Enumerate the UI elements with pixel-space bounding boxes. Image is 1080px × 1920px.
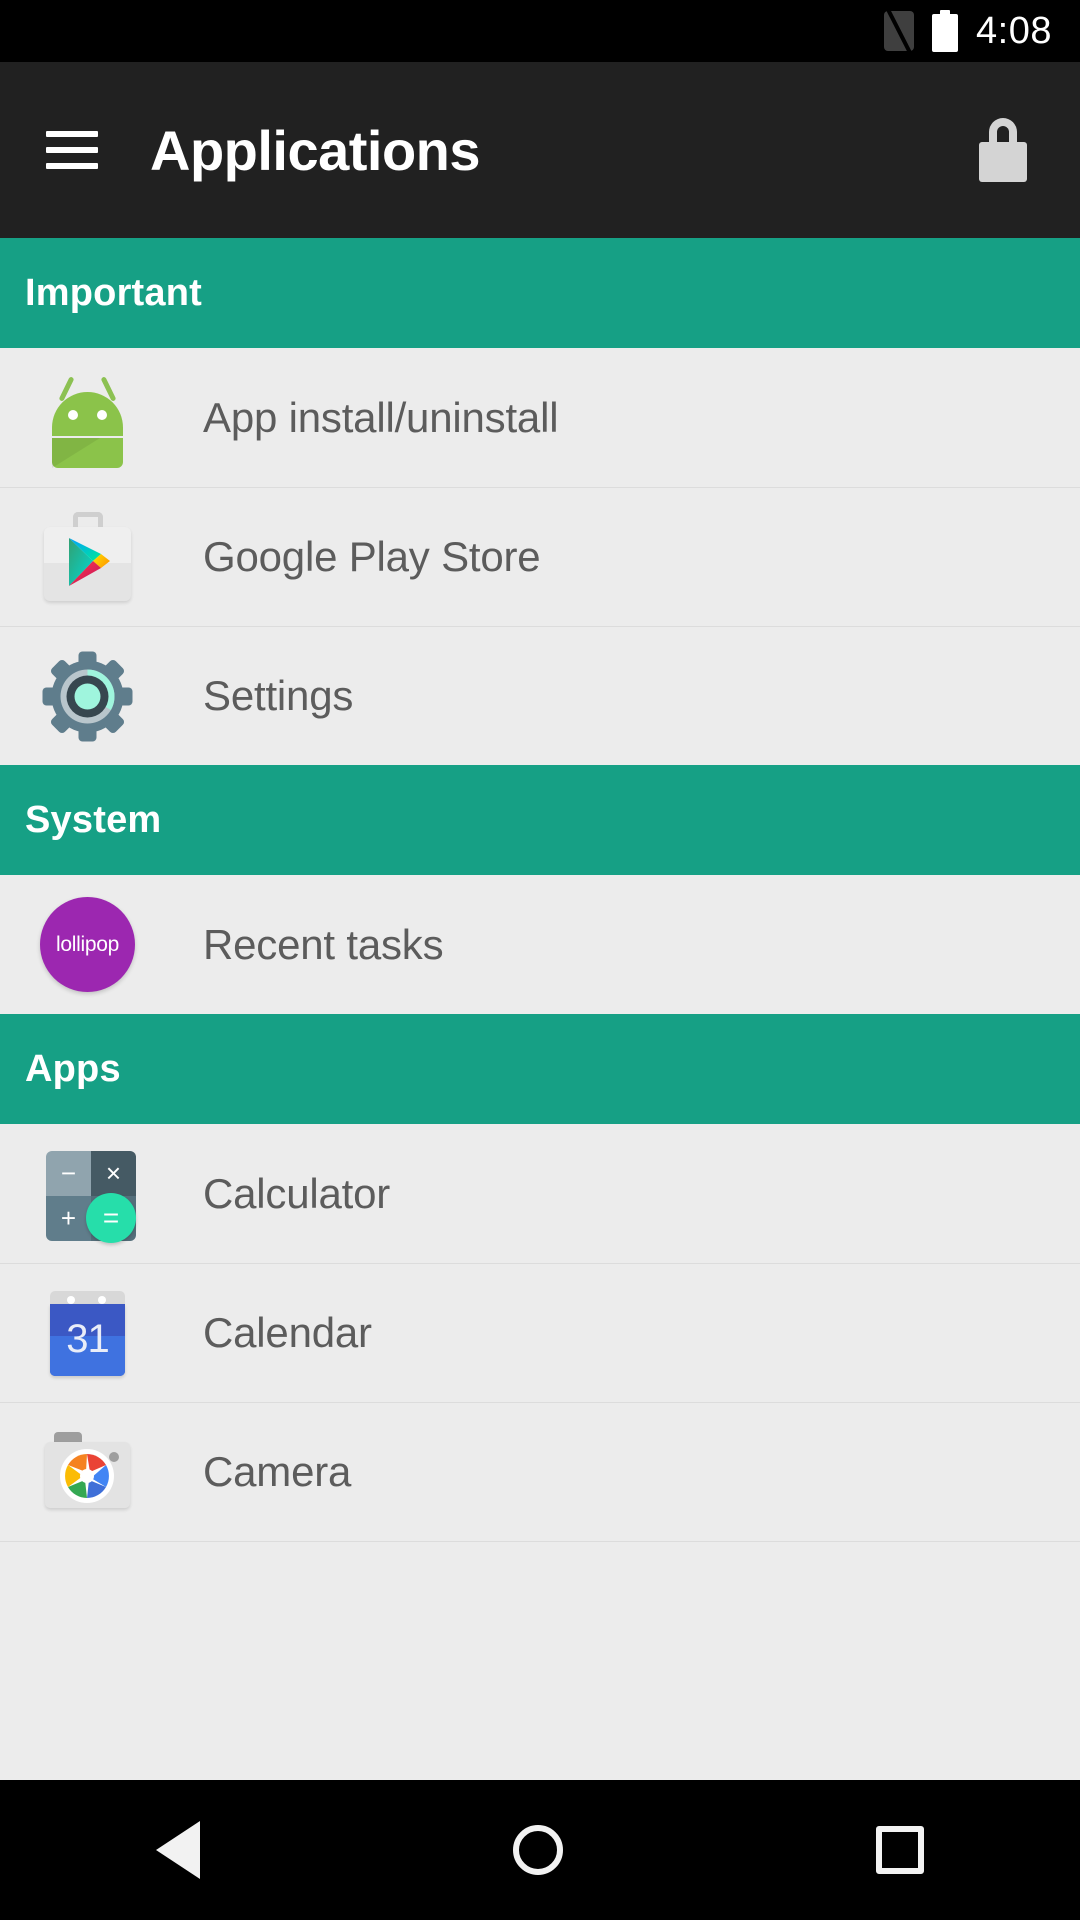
settings-gear-icon (40, 649, 135, 744)
list-item-label: Google Play Store (203, 533, 541, 580)
list-item-settings[interactable]: Settings (0, 626, 1080, 765)
section-header-label: System (25, 798, 162, 841)
system-navigation-bar (0, 1780, 1080, 1920)
section-header-label: Important (25, 271, 203, 314)
back-nav-button[interactable] (156, 1821, 201, 1879)
section-header-important: Important (0, 238, 1080, 348)
list-item-label: Recent tasks (203, 920, 444, 968)
hamburger-menu-icon[interactable] (46, 131, 98, 169)
home-nav-button[interactable] (512, 1825, 563, 1875)
list-item-recent-tasks[interactable]: lollipop Recent tasks (0, 875, 1080, 1014)
calendar-day-number: 31 (66, 1317, 110, 1361)
list-item-calculator[interactable]: − × + = Calculator (0, 1124, 1080, 1263)
no-sim-icon (884, 6, 915, 55)
list-item-calendar[interactable]: 31 Calendar (0, 1263, 1080, 1402)
android-robot-icon (40, 370, 135, 468)
list-item-camera[interactable]: Camera (0, 1402, 1080, 1541)
page-title: Applications (150, 118, 481, 182)
list-item-label: Settings (203, 672, 354, 719)
action-bar: Applications (0, 62, 1080, 238)
lock-icon[interactable] (974, 118, 1032, 182)
calc-plus-symbol: + (46, 1196, 91, 1241)
status-bar-clock: 4:08 (976, 10, 1052, 52)
calc-times-symbol: × (91, 1151, 136, 1196)
list-item-label: Calculator (203, 1169, 391, 1217)
calc-minus-symbol: − (46, 1151, 91, 1196)
section-header-label: Apps (25, 1047, 121, 1090)
list-item-google-play-store[interactable]: Google Play Store (0, 487, 1080, 626)
google-play-store-icon (40, 510, 135, 605)
calculator-icon: − × + = (40, 1146, 136, 1243)
list-item-app-install-uninstall[interactable]: App install/uninstall (0, 348, 1080, 487)
list-item-label: App install/uninstall (203, 393, 559, 441)
section-header-apps: Apps (0, 1014, 1080, 1124)
status-bar: 4:08 (0, 0, 1080, 62)
battery-full-icon (932, 10, 959, 52)
calc-equals-symbol: = (86, 1193, 136, 1243)
recents-nav-button[interactable] (875, 1826, 924, 1874)
lollipop-circle-icon: lollipop (40, 897, 135, 992)
camera-icon (40, 1425, 135, 1520)
list-tail-gap (0, 1542, 1080, 1566)
android-applications-screen: 4:08 Applications Important App install/… (0, 0, 1080, 1920)
section-header-system: System (0, 765, 1080, 875)
list-item-label: Camera (203, 1448, 352, 1495)
list-item-label: Calendar (203, 1309, 372, 1356)
calendar-icon: 31 (40, 1286, 135, 1381)
lollipop-icon-text: lollipop (56, 932, 119, 956)
